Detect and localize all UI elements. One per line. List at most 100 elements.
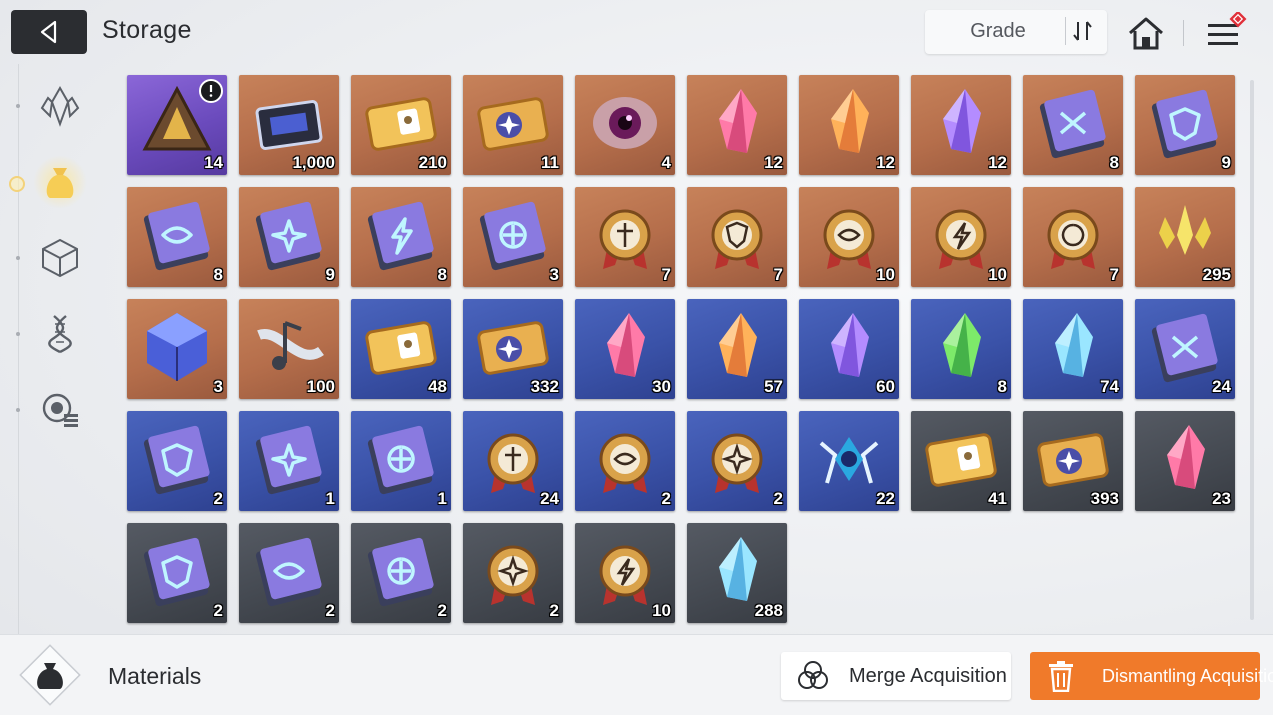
home-icon[interactable]: [1124, 12, 1168, 54]
item-slot[interactable]: 30: [575, 299, 675, 399]
item-slot[interactable]: 7: [575, 187, 675, 287]
item-slot[interactable]: 8: [911, 299, 1011, 399]
item-slot[interactable]: 4: [575, 75, 675, 175]
item-slot[interactable]: 24: [463, 411, 563, 511]
sidebar-tab-gems[interactable]: [30, 76, 90, 136]
item-quantity: 8: [437, 265, 447, 284]
item-slot[interactable]: 1: [351, 411, 451, 511]
item-slot[interactable]: 332: [463, 299, 563, 399]
book-shield-icon: [143, 537, 210, 607]
sidebar-dot: [16, 256, 20, 260]
item-slot[interactable]: 12: [799, 75, 899, 175]
book-eye-icon: [255, 537, 322, 607]
item-slot[interactable]: 10: [575, 523, 675, 623]
sort-order-icon[interactable]: [1066, 14, 1100, 48]
item-quantity: 210: [418, 153, 447, 172]
item-slot[interactable]: 12: [687, 75, 787, 175]
eye-orb-icon: [593, 97, 657, 149]
item-slot[interactable]: 2: [127, 523, 227, 623]
item-slot[interactable]: 7: [1023, 187, 1123, 287]
item-quantity: 2: [773, 489, 783, 508]
medal-shield-icon: [711, 209, 763, 269]
menu-icon[interactable]: [1204, 12, 1248, 54]
item-slot[interactable]: 48: [351, 299, 451, 399]
item-slot[interactable]: 1: [239, 411, 339, 511]
item-quantity: 288: [754, 601, 783, 620]
item-slot[interactable]: 1,000: [239, 75, 339, 175]
item-quantity: 23: [1212, 489, 1231, 508]
sidebar-track: [18, 64, 19, 634]
item-quantity: 1: [325, 489, 335, 508]
item-slot[interactable]: 3: [463, 187, 563, 287]
item-slot[interactable]: 2: [127, 411, 227, 511]
medal-sword-icon: [599, 209, 651, 269]
item-slot[interactable]: 7: [687, 187, 787, 287]
crystal-pink-icon: [1167, 425, 1205, 489]
item-quantity: 10: [876, 265, 895, 284]
item-slot[interactable]: 22: [799, 411, 899, 511]
topbar-divider: [1183, 20, 1184, 46]
item-slot[interactable]: 2: [575, 411, 675, 511]
item-slot[interactable]: 2: [239, 523, 339, 623]
item-quantity: 2: [549, 601, 559, 620]
item-slot[interactable]: 24: [1135, 299, 1235, 399]
item-slot[interactable]: 3: [127, 299, 227, 399]
book-rune-icon: [479, 201, 546, 271]
materials-category-icon: [19, 644, 81, 706]
item-slot[interactable]: 8: [127, 187, 227, 287]
item-quantity: 2: [661, 489, 671, 508]
cube-icon: [42, 238, 78, 278]
item-slot[interactable]: 23: [1135, 411, 1235, 511]
medal-eye-icon: [599, 433, 651, 493]
item-slot[interactable]: 10: [911, 187, 1011, 287]
item-slot[interactable]: 9: [239, 187, 339, 287]
item-slot[interactable]: 2: [351, 523, 451, 623]
item-slot[interactable]: 2: [687, 411, 787, 511]
item-slot[interactable]: 210: [351, 75, 451, 175]
item-slot[interactable]: 12: [911, 75, 1011, 175]
item-quantity: 22: [876, 489, 895, 508]
sidebar-tab-equipment[interactable]: [30, 228, 90, 288]
item-slot[interactable]: 295: [1135, 187, 1235, 287]
sidebar-tab-misc[interactable]: [30, 380, 90, 440]
item-slot[interactable]: 8: [1023, 75, 1123, 175]
item-quantity: 24: [1212, 377, 1231, 396]
book-star-icon: [255, 425, 322, 495]
top-bar: Storage Grade: [0, 0, 1273, 64]
item-quantity: 8: [997, 377, 1007, 396]
item-slot[interactable]: 9: [1135, 75, 1235, 175]
shards-gold-icon: [1159, 205, 1211, 255]
material-bag-icon: [46, 168, 74, 198]
item-quantity: 4: [661, 153, 671, 172]
item-slot[interactable]: 57: [687, 299, 787, 399]
item-quantity: 100: [306, 377, 335, 396]
ticket-star-icon: [477, 97, 549, 151]
item-slot[interactable]: 41: [911, 411, 1011, 511]
merge-acquisition-button[interactable]: Merge Acquisition: [781, 652, 1011, 700]
item-slot[interactable]: 288: [687, 523, 787, 623]
sidebar-dot: [16, 408, 20, 412]
item-quantity: 11: [541, 153, 559, 172]
item-slot[interactable]: 393: [1023, 411, 1123, 511]
item-slot[interactable]: 60: [799, 299, 899, 399]
back-button[interactable]: [11, 10, 87, 54]
medal-eye-icon: [823, 209, 875, 269]
sidebar-tab-materials[interactable]: [30, 152, 90, 212]
item-quantity: 74: [1100, 377, 1119, 396]
item-quantity: 10: [652, 601, 671, 620]
item-slot[interactable]: 11: [463, 75, 563, 175]
item-slot[interactable]: 10: [799, 187, 899, 287]
dismantling-acquisition-button[interactable]: Dismantling Acquisition: [1030, 652, 1273, 700]
item-quantity: 2: [325, 601, 335, 620]
back-arrow-icon: [40, 20, 57, 44]
ticket-star-icon: [1037, 433, 1109, 487]
item-slot[interactable]: 8: [351, 187, 451, 287]
orb-ice-icon: [819, 437, 879, 484]
item-slot[interactable]: 100: [239, 299, 339, 399]
sidebar-tab-genes[interactable]: [30, 304, 90, 364]
category-label: Materials: [108, 663, 202, 689]
grid-scrollbar[interactable]: [1250, 80, 1254, 620]
item-slot[interactable]: 14: [127, 75, 227, 175]
item-slot[interactable]: 2: [463, 523, 563, 623]
item-slot[interactable]: 74: [1023, 299, 1123, 399]
